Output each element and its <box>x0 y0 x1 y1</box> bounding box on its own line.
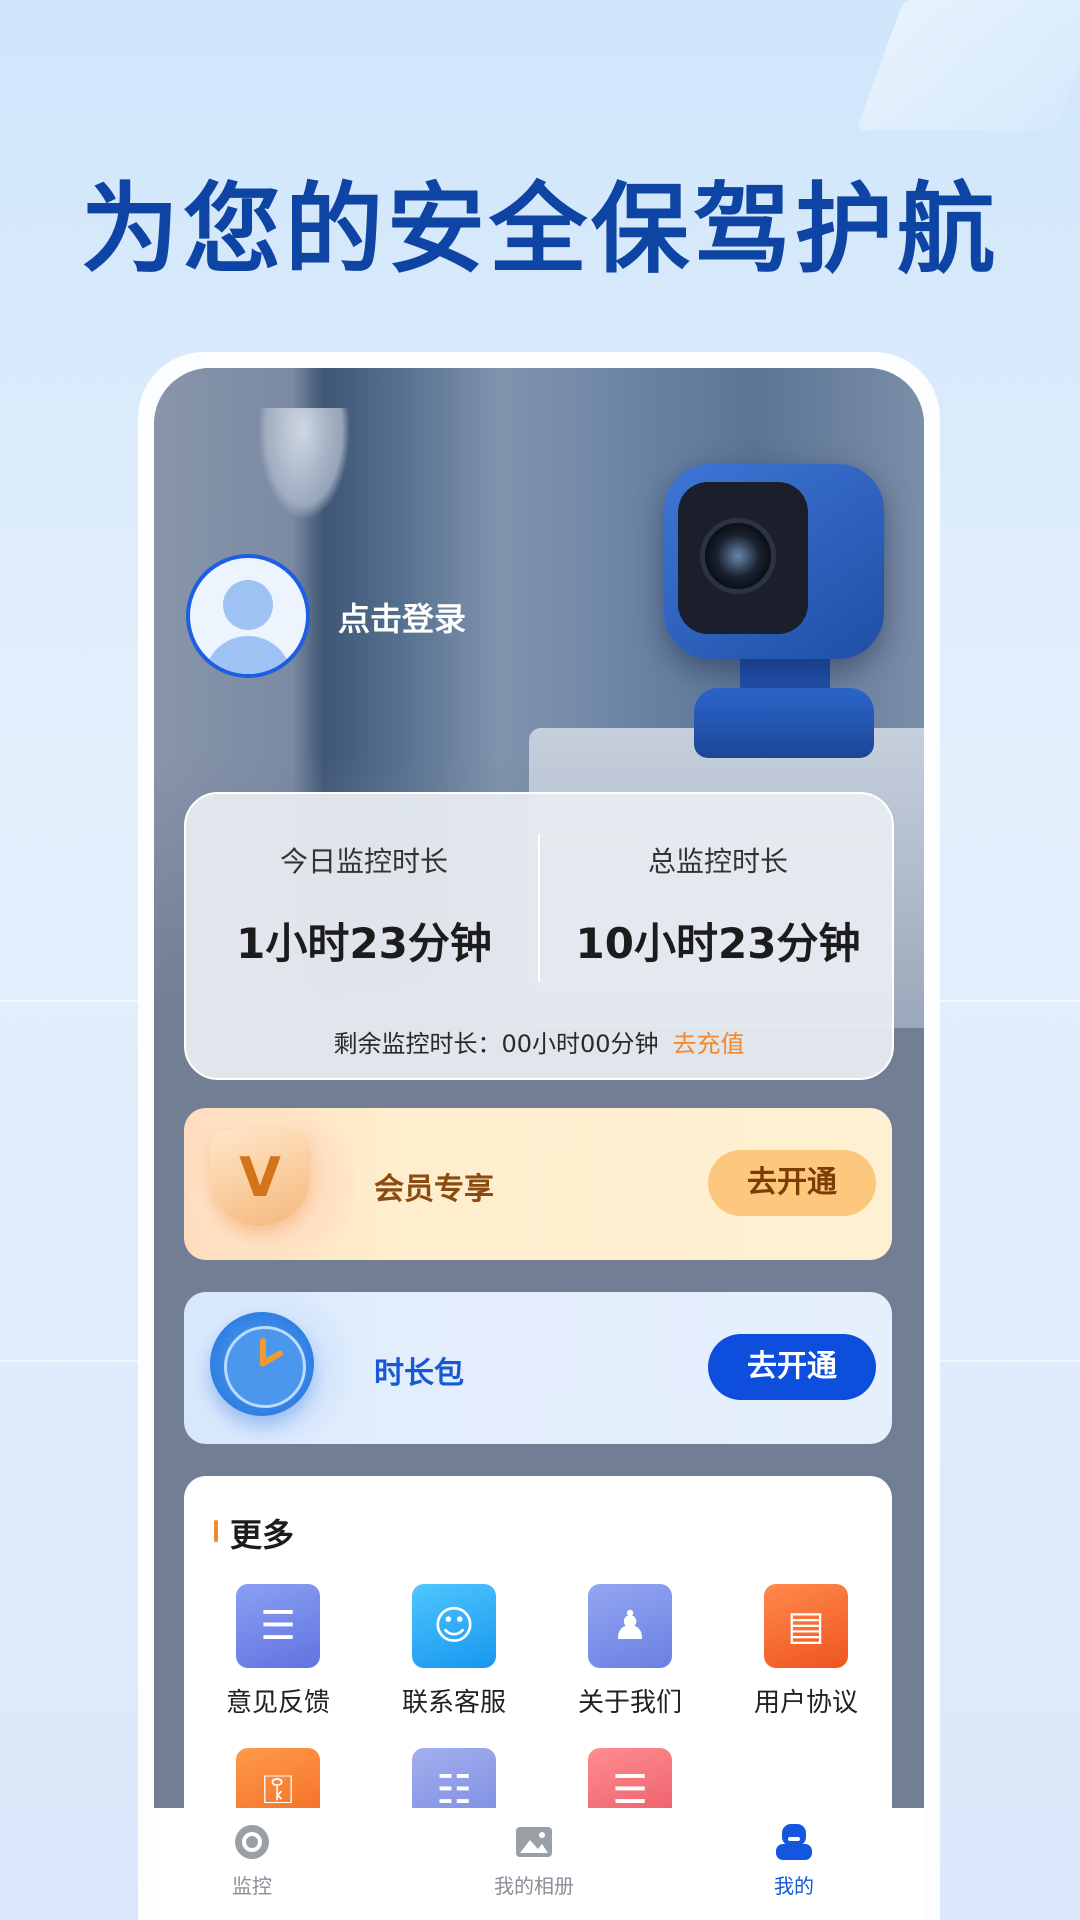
more-title: 更多 <box>230 1516 295 1554</box>
more-item-customer-service[interactable]: ☺ 联系客服 <box>366 1584 542 1719</box>
member-activate-button[interactable]: 去开通 <box>708 1150 876 1216</box>
camera-base <box>694 688 874 758</box>
decorative-glass-shape <box>856 0 1080 130</box>
about-us-icon: ♟ <box>588 1584 672 1668</box>
more-item-label: 意见反馈 <box>225 1688 330 1718</box>
lamp-illustration <box>259 408 349 518</box>
more-item-label: 关于我们 <box>577 1688 682 1718</box>
total-stat: 总监控时长 10小时23分钟 <box>548 840 888 971</box>
section-accent-bar <box>214 1520 218 1542</box>
app-screen: 点击登录 今日监控时长 1小时23分钟 总监控时长 10小时23分钟 剩余监控时… <box>154 368 924 1920</box>
remaining-label: 剩余监控时长： <box>333 1030 502 1058</box>
more-item-user-agreement[interactable]: ▤ 用户协议 <box>718 1584 894 1719</box>
duration-pack-card[interactable]: 时长包 去开通 <box>184 1292 892 1444</box>
more-item-label: 联系客服 <box>401 1688 506 1718</box>
more-item-label: 用户协议 <box>753 1688 858 1718</box>
monitoring-stats-card: 今日监控时长 1小时23分钟 总监控时长 10小时23分钟 剩余监控时长：00小… <box>184 792 894 1080</box>
duration-title: 时长包 <box>374 1356 464 1391</box>
tab-label: 我的相册 <box>494 1874 574 1898</box>
tab-mine[interactable]: 我的 <box>714 1822 874 1899</box>
member-title: 会员专享 <box>374 1172 494 1207</box>
recharge-link[interactable]: 去充值 <box>673 1030 745 1058</box>
more-item-about-us[interactable]: ♟ 关于我们 <box>542 1584 718 1719</box>
tab-label: 监控 <box>232 1874 272 1898</box>
tab-label: 我的 <box>774 1874 814 1898</box>
avatar[interactable] <box>186 554 310 678</box>
today-label: 今日监控时长 <box>279 845 448 878</box>
total-value: 10小时23分钟 <box>575 919 861 968</box>
tab-album[interactable]: 我的相册 <box>454 1822 614 1899</box>
duration-activate-button[interactable]: 去开通 <box>708 1334 876 1400</box>
customer-service-icon: ☺ <box>412 1584 496 1668</box>
clock-icon <box>210 1312 314 1416</box>
login-link[interactable]: 点击登录 <box>338 594 466 640</box>
remaining-duration: 剩余监控时长：00小时00分钟 去充值 <box>186 1024 892 1059</box>
remaining-value: 00小时00分钟 <box>501 1030 659 1058</box>
more-item-feedback[interactable]: ☰ 意见反馈 <box>190 1584 366 1719</box>
camera-lens <box>700 518 776 594</box>
headline: 为您的安全保驾护航 <box>80 173 999 287</box>
total-label: 总监控时长 <box>647 845 788 878</box>
today-stat: 今日监控时长 1小时23分钟 <box>194 840 534 971</box>
today-value: 1小时23分钟 <box>236 919 492 968</box>
avatar-head <box>223 580 273 630</box>
tab-monitor[interactable]: 监控 <box>172 1822 332 1899</box>
user-agreement-icon: ▤ <box>764 1584 848 1668</box>
feedback-icon: ☰ <box>236 1584 320 1668</box>
member-card[interactable]: V 会员专享 去开通 <box>184 1108 892 1260</box>
avatar-shoulders <box>204 636 292 674</box>
member-badge-glow: V <box>184 1108 360 1260</box>
bottom-tab-bar: 监控 我的相册 我的 <box>154 1808 924 1920</box>
vip-badge-icon: V <box>210 1130 310 1226</box>
stats-divider <box>538 834 540 982</box>
clock-glow <box>184 1292 360 1444</box>
album-icon <box>514 1822 554 1862</box>
profile-icon <box>774 1822 814 1862</box>
camera-icon <box>232 1822 272 1862</box>
